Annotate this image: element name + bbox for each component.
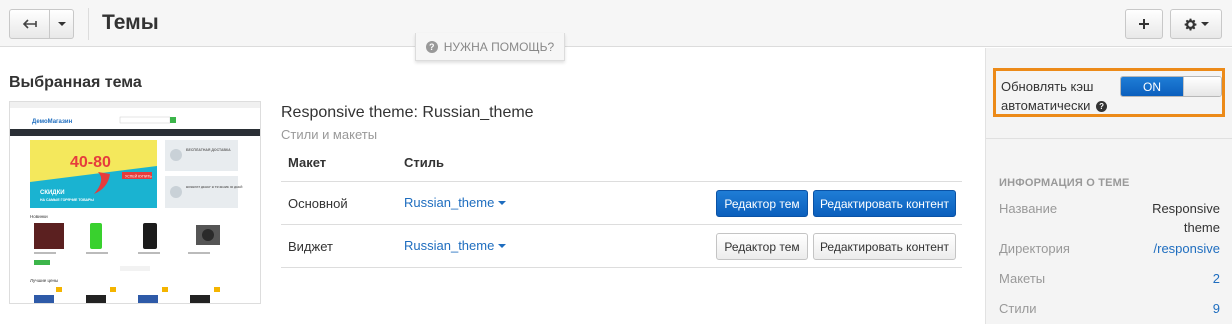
info-label-directory: Директория [999,241,1070,256]
top-toolbar: Темы [0,0,1232,47]
theme-editor-button[interactable]: Редактор тем [716,233,808,260]
table-header: Макет Стиль [281,146,962,182]
preview-banner-numbers: 40-80 [70,154,111,171]
table-row: Виджет Russian_theme Редактор тем Редакт… [281,225,962,268]
style-name: Russian_theme [404,195,495,210]
section-title: Выбранная тема [9,74,142,91]
settings-dropdown-button[interactable] [1170,9,1222,39]
style-dropdown[interactable]: Russian_theme [404,195,507,210]
plus-icon [1139,19,1149,29]
cache-label-text: Обновлять кэш автоматически [1001,79,1094,113]
back-button[interactable] [9,9,50,39]
theme-editor-button[interactable]: Редактор тем [716,190,808,217]
edit-content-button[interactable]: Редактировать контент [813,233,956,260]
info-value-directory[interactable]: /responsive [1154,239,1220,258]
back-button-group [9,9,74,39]
chevron-down-icon [1200,22,1209,26]
back-arrow-icon [22,19,37,29]
column-header-layout: Макет [288,155,327,170]
toggle-on-label: ON [1121,77,1183,96]
page-title: Темы [102,11,159,34]
cache-label: Обновлять кэш автоматически ? [1001,77,1131,115]
back-history-dropdown[interactable] [50,9,74,39]
info-label-name: Название [999,201,1058,216]
preview-banner-button: УСПЕЙ КУПИТЬ [125,175,153,179]
chevron-down-icon [498,200,507,205]
question-icon: ? [425,40,438,53]
theme-name: Responsive theme: Russian_theme [281,104,534,121]
column-header-style: Стиль [404,155,444,170]
add-button[interactable] [1125,9,1163,39]
preview-promo1: БЕСПЛАТНАЯ ДОСТАВКА [186,148,231,152]
chevron-down-icon [498,243,507,248]
preview-promo2: ВОЗВРАТ ДЕНЕГ В ТЕЧЕНИЕ 30 ДНЕЙ [186,185,242,189]
info-title: ИНФОРМАЦИЯ О ТЕМЕ [999,177,1130,189]
edit-content-button[interactable]: Редактировать контент [813,190,956,217]
preview-banner-text1: СКИДКИ [40,190,65,196]
gear-icon [1184,18,1196,30]
preview-logo: ДемоМагазин [32,119,73,125]
theme-preview-screenshot: ДемоМагазин 40-80 УСПЕЙ КУПИТЬ СКИДКИ НА… [10,102,260,303]
style-dropdown[interactable]: Russian_theme [404,238,507,253]
layout-name: Виджет [288,239,333,254]
layouts-table: Макет Стиль Основной Russian_theme Редак… [281,146,962,268]
theme-subtitle: Стили и макеты [281,127,378,142]
info-value-styles[interactable]: 9 [1213,299,1220,318]
preview-section2: Лучшие цены [30,278,58,283]
question-icon[interactable]: ? [1096,101,1108,113]
toolbar-divider [88,8,89,40]
help-tab[interactable]: ? НУЖНА ПОМОЩЬ? [415,33,565,61]
help-label: НУЖНА ПОМОЩЬ? [443,39,555,54]
info-label-layouts: Макеты [999,271,1046,286]
toggle-knob [1183,77,1221,96]
cache-toggle[interactable]: ON [1120,76,1222,97]
style-name: Russian_theme [404,238,495,253]
preview-section1: Новинки [30,214,48,219]
cache-setting-box: Обновлять кэш автоматически ? ON [993,68,1225,117]
info-value-layouts[interactable]: 2 [1213,269,1220,288]
table-row: Основной Russian_theme Редактор тем Реда… [281,182,962,225]
preview-banner-text2: НА САМЫЕ ГОРЯЧИЕ ТОВАРЫ [40,198,94,202]
theme-preview-image: ДемоМагазин 40-80 УСПЕЙ КУПИТЬ СКИДКИ НА… [9,101,261,304]
chevron-down-icon [57,22,66,26]
layout-name: Основной [288,196,348,211]
info-value-name: Responsive theme [1152,201,1220,235]
info-label-styles: Стили [999,301,1037,316]
sidebar-divider [986,138,1232,139]
